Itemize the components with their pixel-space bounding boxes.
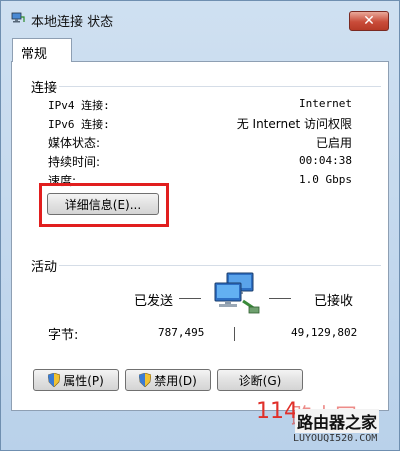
duration-value: 00:04:38 (299, 154, 352, 167)
window-title: 本地连接 状态 (31, 15, 114, 30)
network-icon (11, 12, 25, 23)
ipv6-label: IPv6 连接: (48, 118, 110, 131)
activity-divider (59, 265, 381, 266)
media-state-label: 媒体状态: (48, 136, 101, 150)
ipv6-value: 无 Internet 访问权限 (236, 117, 352, 131)
shield-icon (139, 373, 152, 387)
status-dialog: 本地连接 状态 ✕ 常规 连接 IPv4 连接: Internet IPv6 连… (0, 0, 400, 451)
duration-label: 持续时间: (48, 155, 101, 169)
received-label: 已接收 (314, 294, 354, 309)
sent-line (179, 298, 201, 299)
title-bar[interactable]: 本地连接 状态 ✕ (1, 1, 399, 35)
close-icon: ✕ (363, 13, 375, 29)
ipv4-value: Internet (299, 97, 352, 110)
cable-line (234, 327, 235, 341)
close-button[interactable]: ✕ (349, 11, 389, 31)
watermark-url: LUYOUQI520.COM (293, 433, 378, 444)
disable-button[interactable]: 禁用(D) (125, 369, 211, 391)
media-state-value: 已启用 (315, 136, 352, 150)
bytes-sent-value: 787,495 (158, 326, 205, 339)
tab-panel (11, 61, 389, 411)
shield-icon (48, 373, 61, 387)
activity-section-label: 活动 (31, 260, 58, 275)
tab-general[interactable]: 常规 (12, 38, 72, 62)
diagnose-button[interactable]: 诊断(G) (217, 369, 303, 391)
bytes-received-value: 49,129,802 (291, 326, 358, 339)
connection-section-label: 连接 (31, 81, 58, 96)
sent-label: 已发送 (134, 294, 174, 309)
properties-label: 属性(P) (63, 373, 104, 388)
highlight-box (39, 183, 169, 227)
network-computers-icon (214, 272, 260, 314)
disable-label: 禁用(D) (154, 373, 197, 388)
watermark-brand: 路由器之家 (295, 409, 380, 433)
properties-button[interactable]: 属性(P) (33, 369, 119, 391)
ipv4-label: IPv4 连接: (48, 99, 110, 112)
received-line (269, 298, 291, 299)
connection-divider (59, 86, 381, 87)
bytes-label: 字节: (48, 328, 79, 343)
speed-value: 1.0 Gbps (299, 173, 352, 186)
